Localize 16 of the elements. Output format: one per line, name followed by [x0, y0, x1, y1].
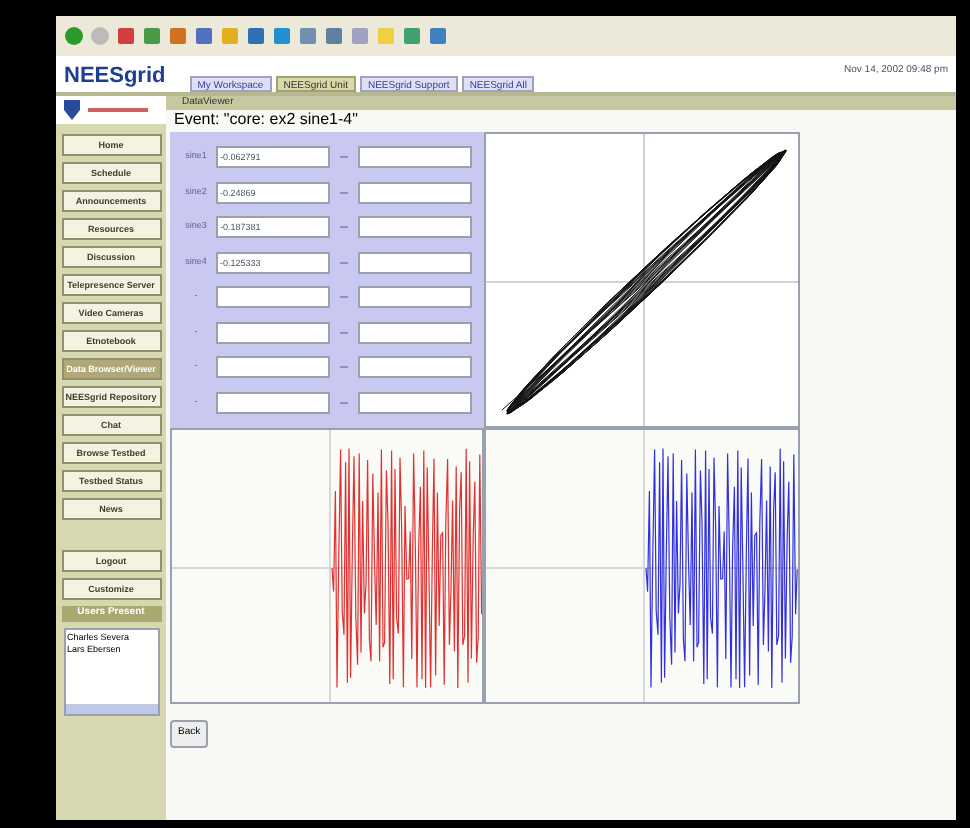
channel-second-field[interactable] [358, 181, 472, 204]
channel-second-field[interactable] [358, 356, 472, 379]
horizontal-scrollbar[interactable] [65, 703, 157, 713]
channel-value-field[interactable] [216, 321, 330, 344]
channel-value-field[interactable] [216, 391, 330, 414]
shield-logo-icon [64, 100, 80, 120]
event-title: Event: "core: ex2 sine1-4" [172, 110, 360, 130]
channel-second-field[interactable] [358, 321, 472, 344]
channel-second-field[interactable] [358, 391, 472, 414]
channel-value-field[interactable] [216, 286, 330, 309]
channel-second-field[interactable] [358, 216, 472, 239]
channel-second-field[interactable] [358, 286, 472, 309]
channel-value-field[interactable] [216, 356, 330, 379]
site-logo: NEESgrid [62, 66, 168, 88]
channel-second-field[interactable] [358, 146, 472, 169]
channel-second-field[interactable] [358, 251, 472, 274]
